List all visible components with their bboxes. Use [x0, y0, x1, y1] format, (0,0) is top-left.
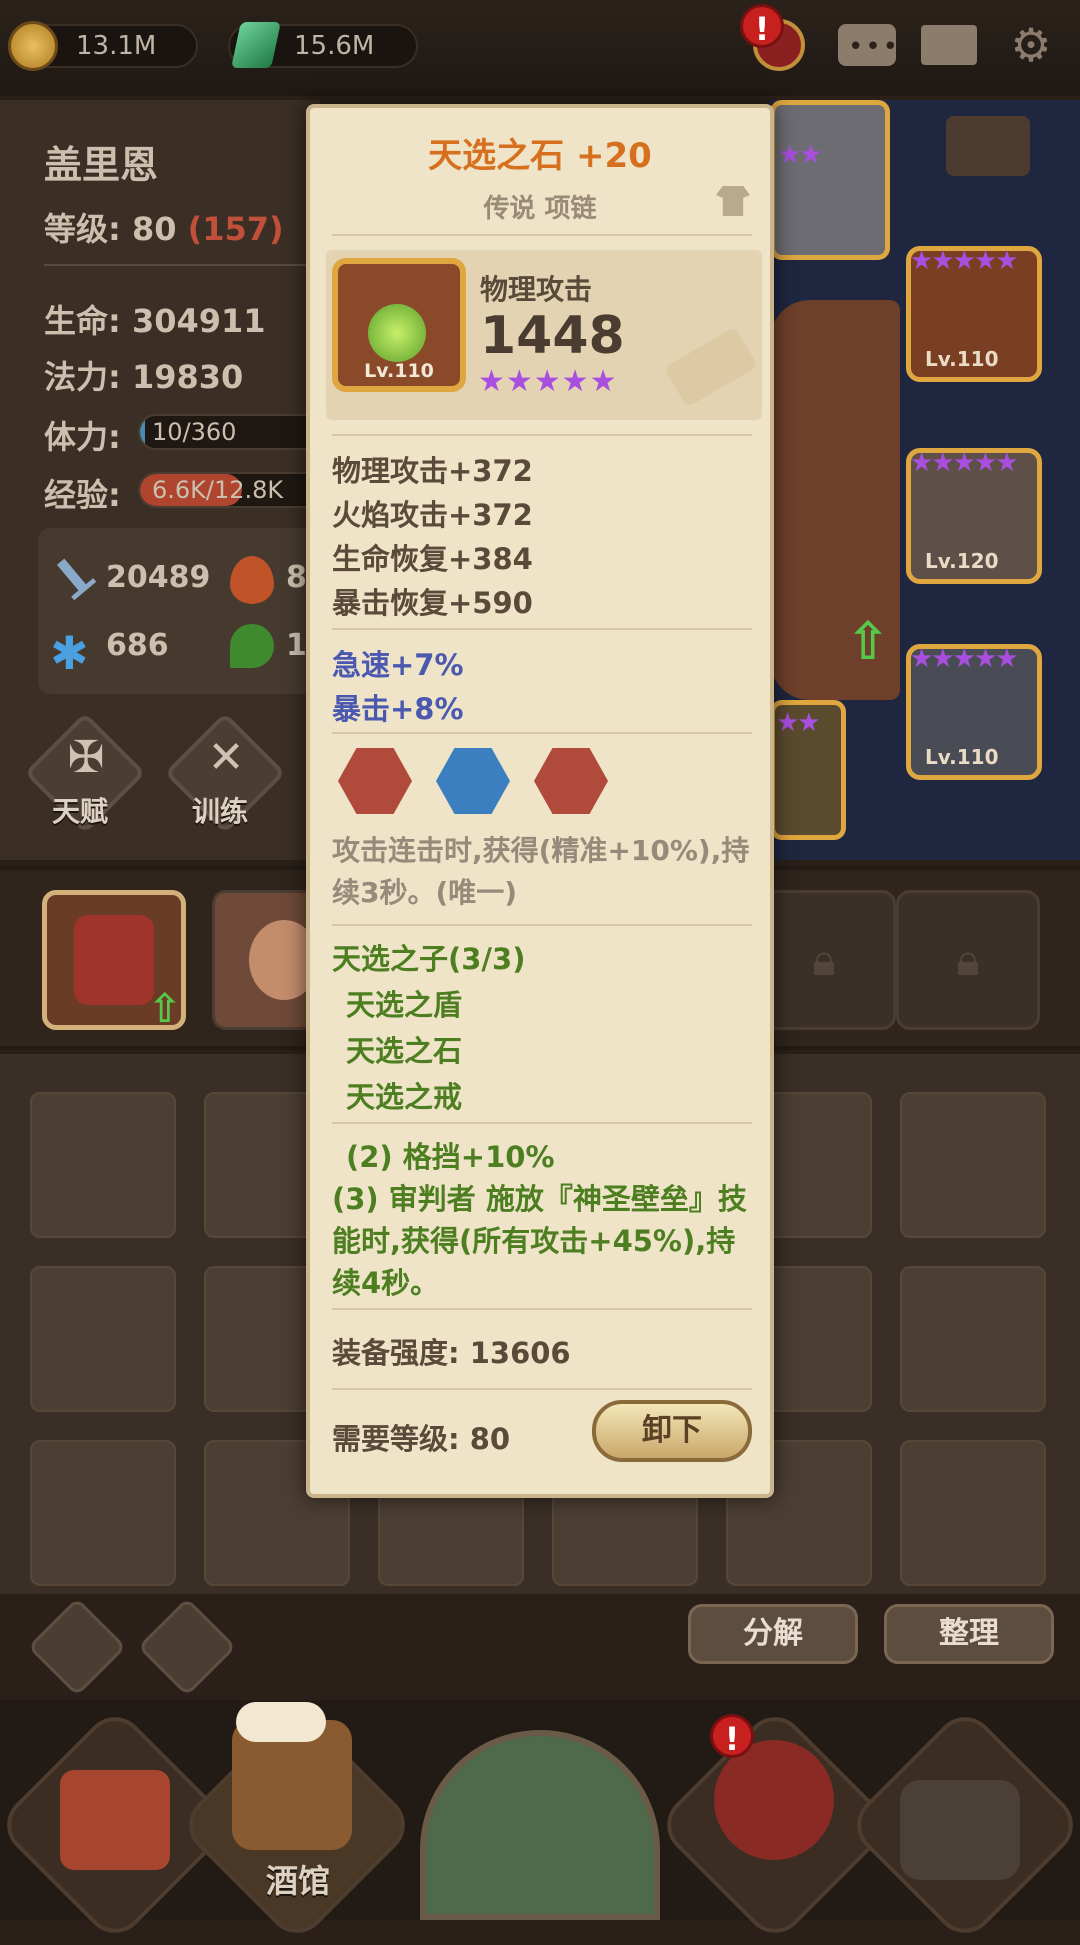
item-type: 传说 项链 [483, 194, 597, 224]
frost-icon: ✱ [50, 626, 89, 680]
separator [332, 234, 752, 236]
stamina-fill [140, 416, 146, 448]
talent-button[interactable]: 天赋 [52, 790, 108, 830]
town-icon [60, 1770, 170, 1870]
mug-foam [236, 1702, 326, 1742]
inventory-cell[interactable] [900, 1440, 1046, 1586]
frost-value: 686 [106, 628, 169, 663]
inventory-cell[interactable] [30, 1092, 176, 1238]
bonus-stat: 火焰攻击+372 [332, 498, 533, 532]
upgrade-arrow-icon: ⇧ [846, 612, 890, 672]
weapon-filter-icon[interactable] [137, 1597, 237, 1697]
item-power: 装备强度: 13606 [332, 1336, 571, 1370]
inventory-cell[interactable] [30, 1440, 176, 1586]
armor-filter-icon[interactable] [27, 1597, 127, 1697]
bookmark-icon[interactable] [946, 116, 1030, 176]
set-item: 天选之盾 [346, 988, 463, 1022]
gem-socket-red[interactable] [338, 748, 412, 814]
separator [332, 732, 752, 734]
separator [332, 1388, 752, 1390]
separator [332, 924, 752, 926]
unequip-button[interactable]: 卸下 [592, 1400, 752, 1462]
special-stat: 急速+7% [332, 648, 464, 682]
sort-button[interactable]: 整理 [884, 1604, 1054, 1664]
nature-icon [230, 624, 274, 668]
set-bonus-2: (2) 格挡+10% [346, 1140, 555, 1174]
separator [332, 1122, 752, 1124]
ring-stars: ★★★★★ [910, 246, 1019, 276]
chat-icon[interactable]: ••• [836, 14, 898, 76]
separator [332, 628, 752, 630]
gem-socket-blue[interactable] [436, 748, 510, 814]
gold-display[interactable]: 13.1M [8, 21, 198, 71]
armor-stars: ★★★★★ [910, 448, 1019, 478]
fire-value: 8 [286, 560, 307, 595]
gem-display[interactable]: 15.6M [228, 22, 418, 68]
shield-stars: ★★★★★ [910, 644, 1019, 674]
gold-coin-icon [8, 21, 58, 71]
bonus-stat: 暴击恢复+590 [332, 586, 533, 620]
hero-name: 盖里恩 [44, 143, 159, 187]
helmet-stars: ★★ [778, 140, 823, 170]
train-button[interactable]: 训练 [192, 790, 248, 830]
stamina-label: 体力: [44, 418, 121, 456]
hero-upgrade-icon: ⇧ [148, 986, 182, 1032]
set-bonus-3: (3) 审判者 施放『神圣壁垒』技能时,获得(所有攻击+45%),持续4秒。 [332, 1182, 747, 1300]
item-icon-frame: Lv.110 [332, 258, 466, 392]
inventory-cell[interactable] [900, 1266, 1046, 1412]
lock-icon: 🔒︎ [812, 934, 836, 986]
gem-icon [231, 22, 281, 68]
bonus-stat: 生命恢复+384 [332, 542, 533, 576]
train-icon: ✕ [207, 732, 245, 783]
alert-icon: ! [740, 4, 784, 48]
passive-text: 攻击连击时,获得(精准+10%),持续3秒。(唯一) [332, 834, 750, 909]
special-stat: 暴击+8% [332, 692, 464, 726]
set-item: 天选之戒 [346, 1080, 463, 1114]
hero-hp: 生命: 304911 [44, 302, 266, 340]
shop-icon [714, 1740, 834, 1860]
inventory-cell[interactable] [30, 1266, 176, 1412]
mail-icon[interactable] [918, 14, 980, 76]
set-item: 天选之石 [346, 1034, 463, 1068]
nav-tavern-label: 酒馆 [266, 1862, 331, 1900]
forge-icon [900, 1780, 1020, 1880]
necklace-gem-icon [368, 304, 426, 362]
gem-socket-red[interactable] [534, 748, 608, 814]
main-stat-label: 物理攻击 [480, 273, 593, 306]
hero-mp: 法力: 19830 [44, 358, 244, 396]
separator [332, 434, 752, 436]
item-stars: ★★★★★ [478, 364, 618, 399]
item-level: Lv.110 [364, 360, 434, 382]
decompose-button[interactable]: 分解 [688, 1604, 858, 1664]
hero-avatar [74, 915, 154, 1005]
divider [44, 264, 314, 266]
bonus-stat: 物理攻击+372 [332, 454, 533, 488]
attack-value: 20489 [106, 560, 211, 595]
hero-level: 等级: 80 (157) [44, 210, 284, 248]
helmet-slot[interactable] [770, 100, 890, 260]
exp-label: 经验: [44, 476, 121, 514]
boots-stars: ★★ [776, 708, 821, 738]
main-stat-value: 1448 [480, 306, 625, 366]
required-level: 需要等级: 80 [332, 1422, 511, 1456]
item-name: 天选之石 +20 [428, 136, 652, 176]
lock-icon: 🔒︎ [956, 934, 980, 986]
shop-alert-icon: ! [710, 1714, 754, 1758]
talent-icon: ✠ [67, 732, 105, 783]
locked-slot-2[interactable]: 🔒︎ [896, 890, 1040, 1030]
separator [332, 1308, 752, 1310]
item-tooltip: 天选之石 +20 传说 项链 Lv.110 物理攻击 1448 ★★★★★ 物理… [306, 104, 774, 1498]
nature-value: 1 [286, 628, 307, 663]
set-title: 天选之子(3/3) [332, 942, 526, 976]
inventory-cell[interactable] [900, 1092, 1046, 1238]
gear-icon[interactable]: ⚙ [1000, 14, 1062, 76]
